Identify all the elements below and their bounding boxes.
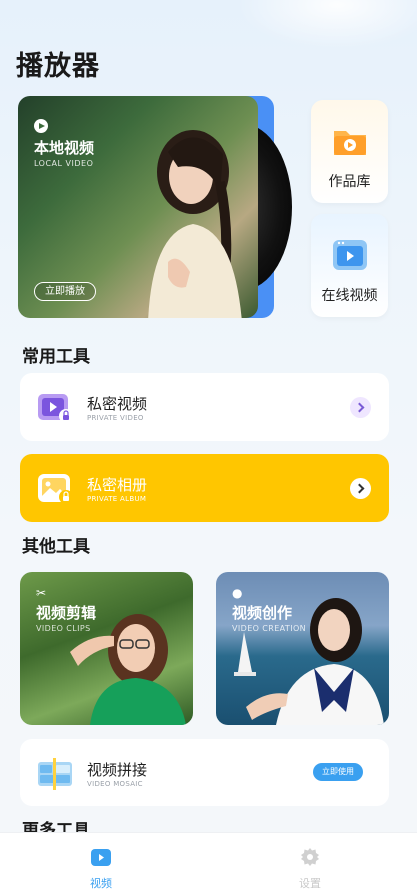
online-video-icon	[333, 240, 367, 270]
video-mosaic-subtitle: VIDEO MOSAIC	[87, 780, 143, 788]
tab-video-label: 视频	[90, 877, 112, 890]
bulb-icon: ●	[232, 586, 243, 600]
tab-settings-label: 设置	[299, 877, 321, 890]
video-mosaic-card[interactable]: 视频拼接 VIDEO MOSAIC 立即使用	[20, 739, 389, 806]
hero-portrait-image	[148, 130, 242, 318]
play-icon	[34, 119, 48, 133]
works-library-label: 作品库	[328, 174, 371, 190]
tab-settings[interactable]: 设置	[260, 833, 360, 895]
video-creation-card[interactable]: ● 视频创作 VIDEO CREATION	[216, 572, 389, 725]
private-video-icon	[38, 394, 73, 423]
works-library-card[interactable]: 作品库	[311, 100, 388, 203]
online-video-card[interactable]: 在线视频	[311, 214, 388, 317]
section-title-common: 常用工具	[22, 347, 90, 367]
tab-video[interactable]: 视频	[51, 833, 151, 895]
section-title-other: 其他工具	[22, 537, 90, 557]
local-video-hero[interactable]: 本地视频 LOCAL VIDEO 立即播放	[18, 96, 292, 318]
hero-title: 本地视频	[34, 139, 95, 157]
chevron-right-icon	[350, 478, 371, 499]
video-tab-icon	[91, 849, 111, 866]
online-video-label: 在线视频	[321, 288, 378, 304]
private-album-card[interactable]: 私密相册 PRIVATE ALBUM	[20, 454, 389, 522]
private-album-title: 私密相册	[87, 476, 148, 494]
video-mosaic-icon	[38, 758, 72, 790]
private-album-icon	[38, 474, 73, 504]
private-video-subtitle: PRIVATE VIDEO	[87, 414, 144, 422]
use-now-button[interactable]: 立即使用	[313, 763, 363, 781]
folder-play-icon	[334, 131, 366, 155]
private-video-title: 私密视频	[87, 395, 148, 413]
private-video-card[interactable]: 私密视频 PRIVATE VIDEO	[20, 373, 389, 441]
private-album-subtitle: PRIVATE ALBUM	[87, 495, 147, 503]
scissors-icon: ✂	[36, 586, 47, 600]
video-creation-title: 视频创作	[232, 604, 293, 622]
video-mosaic-title: 视频拼接	[87, 761, 148, 779]
play-now-button[interactable]: 立即播放	[34, 282, 96, 301]
gear-icon	[301, 848, 319, 866]
video-clips-title: 视频剪辑	[36, 604, 97, 622]
background-cloud	[237, 0, 417, 50]
bottom-tab-bar: 视频 设置	[0, 832, 417, 895]
hero-card[interactable]: 本地视频 LOCAL VIDEO 立即播放	[18, 96, 258, 318]
video-creation-subtitle: VIDEO CREATION	[232, 624, 307, 633]
page-title: 播放器	[16, 51, 100, 82]
video-clips-card[interactable]: ✂ 视频剪辑 VIDEO CLIPS	[20, 572, 193, 725]
hero-subtitle: LOCAL VIDEO	[34, 159, 94, 168]
chevron-right-icon	[350, 397, 371, 418]
video-clips-subtitle: VIDEO CLIPS	[36, 624, 91, 633]
